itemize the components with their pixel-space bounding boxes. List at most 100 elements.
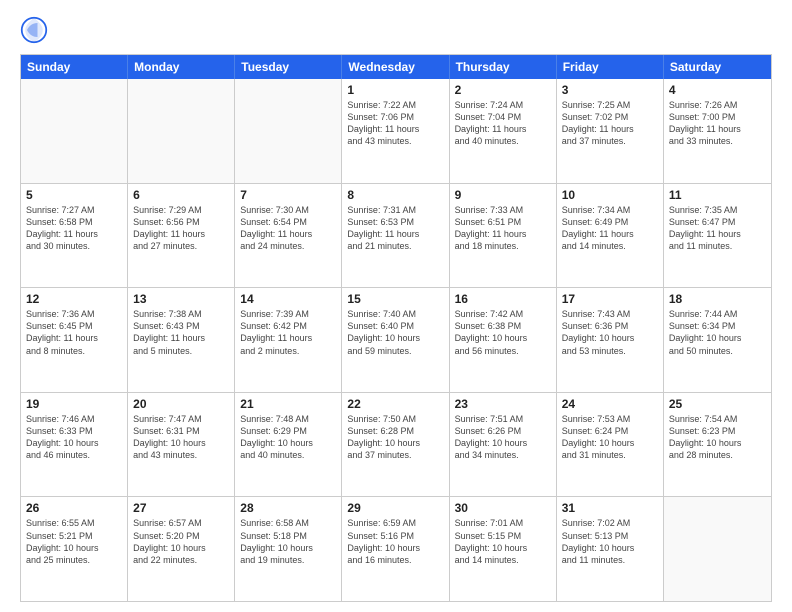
calendar-cell-r4-c1: 27 Sunrise: 6:57 AM Sunset: 5:20 PM Dayli… [128, 497, 235, 601]
day-number: 6 [133, 188, 229, 202]
day-number: 13 [133, 292, 229, 306]
cell-daylight-info: Sunrise: 7:48 AM Sunset: 6:29 PM Dayligh… [240, 413, 336, 462]
calendar-cell-r0-c4: 2 Sunrise: 7:24 AM Sunset: 7:04 PM Daylig… [450, 79, 557, 183]
calendar-row-0: 1Sunrise: 7:22 AM Sunset: 7:06 PM Daylig… [21, 79, 771, 184]
cell-daylight-info: Sunrise: 7:42 AM Sunset: 6:38 PM Dayligh… [455, 308, 551, 357]
day-number: 8 [347, 188, 443, 202]
day-number: 17 [562, 292, 658, 306]
day-number: 29 [347, 501, 443, 515]
calendar-cell-r1-c2: 7 Sunrise: 7:30 AM Sunset: 6:54 PM Daylig… [235, 184, 342, 288]
calendar-cell-r3-c4: 23 Sunrise: 7:51 AM Sunset: 6:26 PM Dayli… [450, 393, 557, 497]
calendar-cell-r2-c4: 16 Sunrise: 7:42 AM Sunset: 6:38 PM Dayli… [450, 288, 557, 392]
day-number: 25 [669, 397, 766, 411]
cell-daylight-info: Sunrise: 7:31 AM Sunset: 6:53 PM Dayligh… [347, 204, 443, 253]
cell-daylight-info: Sunrise: 7:01 AM Sunset: 5:15 PM Dayligh… [455, 517, 551, 566]
cell-daylight-info: Sunrise: 7:26 AM Sunset: 7:00 PM Dayligh… [669, 99, 766, 148]
calendar-cell-r3-c6: 25 Sunrise: 7:54 AM Sunset: 6:23 PM Dayli… [664, 393, 771, 497]
calendar-cell-r0-c0 [21, 79, 128, 183]
day-number: 28 [240, 501, 336, 515]
calendar-cell-r1-c4: 9 Sunrise: 7:33 AM Sunset: 6:51 PM Daylig… [450, 184, 557, 288]
calendar-body: 1Sunrise: 7:22 AM Sunset: 7:06 PM Daylig… [21, 79, 771, 601]
cell-daylight-info: Sunrise: 7:02 AM Sunset: 5:13 PM Dayligh… [562, 517, 658, 566]
calendar-cell-r4-c2: 28 Sunrise: 6:58 AM Sunset: 5:18 PM Dayli… [235, 497, 342, 601]
day-number: 15 [347, 292, 443, 306]
calendar-cell-r0-c5: 3 Sunrise: 7:25 AM Sunset: 7:02 PM Daylig… [557, 79, 664, 183]
cell-daylight-info: Sunrise: 7:29 AM Sunset: 6:56 PM Dayligh… [133, 204, 229, 253]
cell-daylight-info: Sunrise: 7:47 AM Sunset: 6:31 PM Dayligh… [133, 413, 229, 462]
calendar-cell-r4-c6 [664, 497, 771, 601]
calendar-cell-r2-c3: 15Sunrise: 7:40 AM Sunset: 6:40 PM Dayli… [342, 288, 449, 392]
day-number: 3 [562, 83, 658, 97]
calendar-cell-r3-c5: 24 Sunrise: 7:53 AM Sunset: 6:24 PM Dayli… [557, 393, 664, 497]
cell-daylight-info: Sunrise: 7:34 AM Sunset: 6:49 PM Dayligh… [562, 204, 658, 253]
calendar-cell-r3-c3: 22 Sunrise: 7:50 AM Sunset: 6:28 PM Dayli… [342, 393, 449, 497]
day-number: 5 [26, 188, 122, 202]
calendar-cell-r0-c2 [235, 79, 342, 183]
day-number: 21 [240, 397, 336, 411]
day-number: 11 [669, 188, 766, 202]
day-number: 2 [455, 83, 551, 97]
calendar-cell-r2-c1: 13 Sunrise: 7:38 AM Sunset: 6:43 PM Dayli… [128, 288, 235, 392]
day-number: 7 [240, 188, 336, 202]
day-number: 31 [562, 501, 658, 515]
cell-daylight-info: Sunrise: 7:39 AM Sunset: 6:42 PM Dayligh… [240, 308, 336, 357]
day-number: 23 [455, 397, 551, 411]
calendar-cell-r3-c1: 20 Sunrise: 7:47 AM Sunset: 6:31 PM Dayli… [128, 393, 235, 497]
weekday-header-friday: Friday [557, 55, 664, 79]
cell-daylight-info: Sunrise: 7:24 AM Sunset: 7:04 PM Dayligh… [455, 99, 551, 148]
calendar: SundayMondayTuesdayWednesdayThursdayFrid… [20, 54, 772, 602]
calendar-cell-r4-c0: 26Sunrise: 6:55 AM Sunset: 5:21 PM Dayli… [21, 497, 128, 601]
day-number: 27 [133, 501, 229, 515]
cell-daylight-info: Sunrise: 7:22 AM Sunset: 7:06 PM Dayligh… [347, 99, 443, 148]
cell-daylight-info: Sunrise: 7:25 AM Sunset: 7:02 PM Dayligh… [562, 99, 658, 148]
cell-daylight-info: Sunrise: 7:38 AM Sunset: 6:43 PM Dayligh… [133, 308, 229, 357]
calendar-row-1: 5 Sunrise: 7:27 AM Sunset: 6:58 PM Daylig… [21, 184, 771, 289]
page: SundayMondayTuesdayWednesdayThursdayFrid… [0, 0, 792, 612]
calendar-cell-r1-c5: 10 Sunrise: 7:34 AM Sunset: 6:49 PM Dayli… [557, 184, 664, 288]
day-number: 19 [26, 397, 122, 411]
logo [20, 16, 52, 44]
cell-daylight-info: Sunrise: 6:55 AM Sunset: 5:21 PM Dayligh… [26, 517, 122, 566]
day-number: 10 [562, 188, 658, 202]
cell-daylight-info: Sunrise: 7:53 AM Sunset: 6:24 PM Dayligh… [562, 413, 658, 462]
weekday-header-monday: Monday [128, 55, 235, 79]
day-number: 22 [347, 397, 443, 411]
day-number: 30 [455, 501, 551, 515]
calendar-cell-r4-c3: 29 Sunrise: 6:59 AM Sunset: 5:16 PM Dayli… [342, 497, 449, 601]
cell-daylight-info: Sunrise: 6:58 AM Sunset: 5:18 PM Dayligh… [240, 517, 336, 566]
cell-daylight-info: Sunrise: 7:33 AM Sunset: 6:51 PM Dayligh… [455, 204, 551, 253]
cell-daylight-info: Sunrise: 7:51 AM Sunset: 6:26 PM Dayligh… [455, 413, 551, 462]
cell-daylight-info: Sunrise: 6:57 AM Sunset: 5:20 PM Dayligh… [133, 517, 229, 566]
day-number: 20 [133, 397, 229, 411]
day-number: 24 [562, 397, 658, 411]
cell-daylight-info: Sunrise: 7:54 AM Sunset: 6:23 PM Dayligh… [669, 413, 766, 462]
cell-daylight-info: Sunrise: 7:27 AM Sunset: 6:58 PM Dayligh… [26, 204, 122, 253]
day-number: 18 [669, 292, 766, 306]
calendar-cell-r2-c2: 14 Sunrise: 7:39 AM Sunset: 6:42 PM Dayli… [235, 288, 342, 392]
calendar-cell-r1-c0: 5 Sunrise: 7:27 AM Sunset: 6:58 PM Daylig… [21, 184, 128, 288]
calendar-cell-r1-c6: 11Sunrise: 7:35 AM Sunset: 6:47 PM Dayli… [664, 184, 771, 288]
calendar-cell-r2-c0: 12Sunrise: 7:36 AM Sunset: 6:45 PM Dayli… [21, 288, 128, 392]
weekday-header-saturday: Saturday [664, 55, 771, 79]
cell-daylight-info: Sunrise: 6:59 AM Sunset: 5:16 PM Dayligh… [347, 517, 443, 566]
cell-daylight-info: Sunrise: 7:30 AM Sunset: 6:54 PM Dayligh… [240, 204, 336, 253]
calendar-cell-r0-c1 [128, 79, 235, 183]
day-number: 9 [455, 188, 551, 202]
day-number: 14 [240, 292, 336, 306]
calendar-row-4: 26Sunrise: 6:55 AM Sunset: 5:21 PM Dayli… [21, 497, 771, 601]
calendar-cell-r1-c1: 6 Sunrise: 7:29 AM Sunset: 6:56 PM Daylig… [128, 184, 235, 288]
weekday-header-wednesday: Wednesday [342, 55, 449, 79]
logo-icon [20, 16, 48, 44]
calendar-cell-r0-c3: 1Sunrise: 7:22 AM Sunset: 7:06 PM Daylig… [342, 79, 449, 183]
cell-daylight-info: Sunrise: 7:46 AM Sunset: 6:33 PM Dayligh… [26, 413, 122, 462]
calendar-cell-r2-c6: 18Sunrise: 7:44 AM Sunset: 6:34 PM Dayli… [664, 288, 771, 392]
calendar-row-3: 19 Sunrise: 7:46 AM Sunset: 6:33 PM Dayli… [21, 393, 771, 498]
calendar-cell-r2-c5: 17Sunrise: 7:43 AM Sunset: 6:36 PM Dayli… [557, 288, 664, 392]
calendar-cell-r4-c5: 31 Sunrise: 7:02 AM Sunset: 5:13 PM Dayli… [557, 497, 664, 601]
cell-daylight-info: Sunrise: 7:50 AM Sunset: 6:28 PM Dayligh… [347, 413, 443, 462]
weekday-header-thursday: Thursday [450, 55, 557, 79]
calendar-header: SundayMondayTuesdayWednesdayThursdayFrid… [21, 55, 771, 79]
cell-daylight-info: Sunrise: 7:36 AM Sunset: 6:45 PM Dayligh… [26, 308, 122, 357]
calendar-cell-r3-c0: 19 Sunrise: 7:46 AM Sunset: 6:33 PM Dayli… [21, 393, 128, 497]
day-number: 16 [455, 292, 551, 306]
